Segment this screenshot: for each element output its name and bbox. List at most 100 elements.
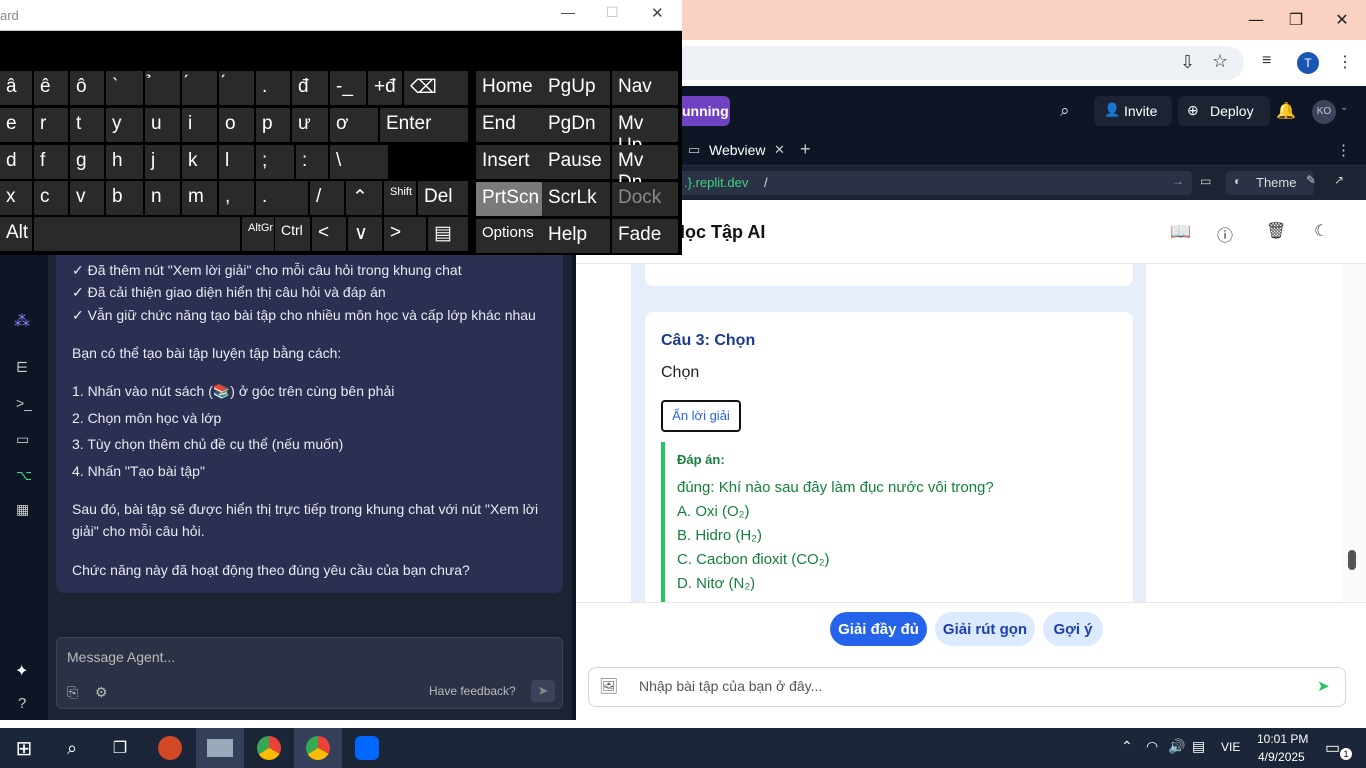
powerpoint-app[interactable] <box>146 728 194 768</box>
osk-nav-key[interactable]: Mv Dn <box>612 145 678 193</box>
go-arrow-icon[interactable]: → <box>1172 174 1184 188</box>
osk-key[interactable]: ô <box>70 71 104 105</box>
media-icon[interactable]: ≡ <box>1262 52 1271 70</box>
osk-key[interactable]: ▤ <box>428 217 468 251</box>
tray-chevron-icon[interactable]: ⌃ <box>1121 738 1133 755</box>
address-bar[interactable] <box>682 46 1244 80</box>
osk-key[interactable]: m <box>182 181 217 215</box>
osk-key[interactable]: x <box>0 181 32 215</box>
bell-icon[interactable]: 🔔 <box>1276 101 1296 121</box>
chip-short-solution[interactable]: Giải rút gọn <box>935 612 1035 646</box>
osk-nav-key[interactable]: Nav <box>612 71 678 105</box>
chevron-down-icon[interactable]: ⌄ <box>1340 102 1348 113</box>
osk-key[interactable]: k <box>182 145 217 179</box>
osk-key[interactable]: i <box>182 108 217 142</box>
osk-key[interactable]: d <box>0 145 32 179</box>
clock-time[interactable]: 10:01 PM <box>1257 732 1308 746</box>
clock-date[interactable]: 4/9/2025 <box>1258 750 1305 764</box>
image-upload-icon[interactable]: 🖼 <box>599 677 618 695</box>
search-taskbar-button[interactable]: ⌕ <box>48 728 96 768</box>
osk-app[interactable] <box>196 728 244 768</box>
agent-input[interactable]: Message Agent... ⎘ ⚙ Have feedback? ➤ <box>56 637 563 709</box>
volume-icon[interactable]: 🔊 <box>1168 738 1185 755</box>
osk-key[interactable]: y <box>106 108 143 142</box>
osk-key[interactable]: r <box>34 108 68 142</box>
osk-key[interactable]: ư <box>292 108 328 142</box>
osk-key[interactable]: -_ <box>330 71 366 105</box>
osk-close-button[interactable]: ✕ <box>651 4 664 22</box>
osk-nav-key[interactable]: Pause <box>542 145 610 179</box>
osk-minimize-button[interactable]: — <box>561 4 575 20</box>
user-avatar[interactable]: KO <box>1312 100 1336 124</box>
osk-key[interactable]: l <box>219 145 254 179</box>
osk-key[interactable]: n <box>145 181 180 215</box>
osk-key[interactable]: / <box>310 181 344 215</box>
osk-nav-key[interactable]: PgDn <box>542 108 610 142</box>
settings-icon[interactable]: ⚙ <box>95 684 108 701</box>
language-indicator[interactable]: VIE <box>1221 740 1240 754</box>
osk-key[interactable]: ∨ <box>348 217 382 251</box>
profile-avatar[interactable]: T <box>1297 52 1319 74</box>
scrollbar[interactable] <box>1342 264 1366 602</box>
osk-key[interactable]: t <box>70 108 104 142</box>
chrome-app-1[interactable] <box>245 728 293 768</box>
sparkle-icon[interactable]: ✦ <box>15 661 28 681</box>
running-badge[interactable]: unning <box>682 96 730 126</box>
start-button[interactable]: ⊞ <box>0 728 48 768</box>
osk-key[interactable]: ́ <box>182 71 217 105</box>
osk-nav-key[interactable]: PgUp <box>542 71 610 105</box>
osk-key[interactable]: Alt <box>0 217 32 251</box>
osk-key[interactable]: ́ <box>219 71 254 105</box>
osk-key[interactable]: đ <box>292 71 328 105</box>
minimize-button[interactable]: — <box>1244 8 1268 32</box>
help-icon[interactable]: ? <box>18 695 26 712</box>
info-icon[interactable]: ⓘ <box>1217 222 1233 246</box>
homework-input[interactable]: 🖼 Nhập bài tập của bạn ở đây... ➤ <box>588 667 1346 707</box>
osk-key[interactable]: < <box>312 217 346 251</box>
osk-key[interactable]: . <box>256 181 308 215</box>
osk-key[interactable]: ê <box>34 71 68 105</box>
osk-nav-key[interactable]: Home <box>476 71 542 105</box>
close-button[interactable]: ✕ <box>1330 8 1354 32</box>
osk-key[interactable]: . <box>256 71 290 105</box>
osk-nav-key[interactable]: PrtScn <box>476 182 542 216</box>
git-icon[interactable]: ⌥ <box>16 467 32 484</box>
osk-key[interactable]: \ <box>330 145 388 179</box>
new-tab-icon[interactable]: + <box>800 139 811 160</box>
agent-send-button[interactable]: ➤ <box>531 680 555 702</box>
chip-hint[interactable]: Gợi ý <box>1043 612 1103 646</box>
open-external-icon[interactable]: ↗ <box>1334 173 1344 187</box>
osk-key[interactable]: f <box>34 145 68 179</box>
osk-key[interactable]: ơ <box>330 108 378 142</box>
wrench-icon[interactable]: ✎ <box>1306 173 1316 187</box>
osk-nav-key[interactable]: Mv Up <box>612 108 678 156</box>
osk-key[interactable]: ; <box>256 145 294 179</box>
trash-icon[interactable]: 🗑 <box>1266 221 1286 241</box>
osk-key[interactable]: h <box>106 145 143 179</box>
osk-key[interactable] <box>34 217 240 251</box>
scroll-thumb[interactable] <box>1348 550 1356 570</box>
osk-key[interactable]: ̉ <box>145 71 180 105</box>
osk-key[interactable]: ⌃ <box>346 181 382 215</box>
osk-key[interactable]: g <box>70 145 104 179</box>
osk-key[interactable]: e <box>0 108 32 142</box>
attach-icon[interactable]: ⎘ <box>67 684 78 701</box>
osk-key[interactable]: Enter <box>380 108 468 142</box>
osk-nav-key[interactable]: End <box>476 108 542 142</box>
search-icon[interactable]: ⌕ <box>1060 101 1070 121</box>
wifi-icon[interactable]: ◠ <box>1146 738 1158 755</box>
apps-grid-icon[interactable]: ▦ <box>16 501 29 518</box>
osk-key[interactable]: b <box>106 181 143 215</box>
tab-close-icon[interactable]: ✕ <box>774 142 785 158</box>
osk-nav-key[interactable]: Help <box>542 219 610 253</box>
device-icon[interactable]: ▭ <box>1200 174 1211 188</box>
osk-nav-key[interactable]: Dock <box>612 182 678 216</box>
osk-key[interactable]: AltGr <box>242 217 274 251</box>
chrome-app-2[interactable] <box>294 728 342 768</box>
install-icon[interactable]: ⇩ <box>1180 52 1195 73</box>
osk-key[interactable]: ` <box>106 71 143 105</box>
tab-webview[interactable]: Webview <box>709 142 766 158</box>
agent-icon[interactable]: ⁂ <box>14 311 30 331</box>
osk-key[interactable]: +đ <box>368 71 402 105</box>
feedback-link[interactable]: Have feedback? <box>429 684 516 698</box>
